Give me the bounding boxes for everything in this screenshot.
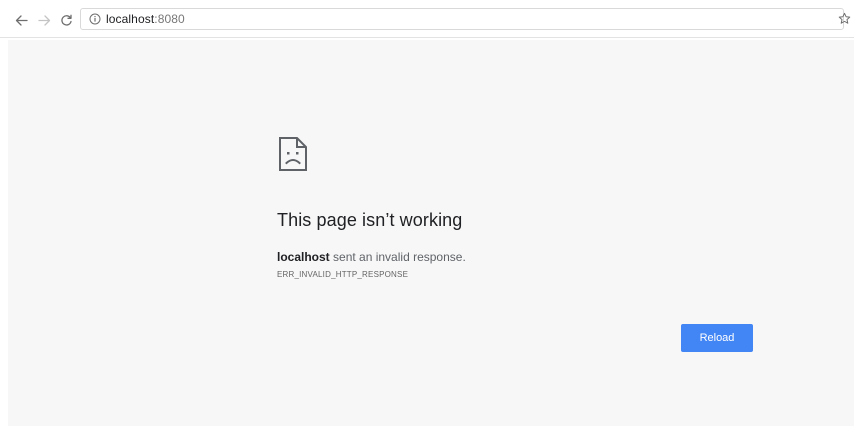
arrow-left-icon [15, 14, 28, 26]
url-port: :8080 [154, 12, 185, 26]
error-title: This page isn’t working [277, 210, 463, 230]
error-message: localhost sent an invalid response. [277, 250, 466, 264]
star-icon [838, 12, 850, 24]
url-text: localhost:8080 [106, 12, 185, 26]
bookmark-button[interactable] [836, 10, 852, 26]
address-bar[interactable]: localhost:8080 [80, 8, 844, 30]
back-button[interactable] [12, 11, 30, 29]
arrow-right-icon [37, 14, 50, 26]
error-code: ERR_INVALID_HTTP_RESPONSE [277, 270, 409, 279]
sad-page-icon [279, 137, 307, 171]
browser-window: localhost:8080 This page isn’t working l… [0, 0, 854, 428]
browser-toolbar: localhost:8080 [0, 0, 854, 38]
reload-page-button[interactable]: Reload [681, 324, 753, 352]
reload-button[interactable] [57, 11, 75, 29]
error-page: This page isn’t working localhost sent a… [8, 40, 854, 426]
forward-button[interactable] [35, 11, 53, 29]
error-message-text: sent an invalid response. [329, 250, 466, 264]
error-host: localhost [277, 250, 330, 264]
url-host: localhost [106, 12, 155, 26]
reload-icon [60, 14, 72, 26]
info-icon[interactable] [89, 13, 101, 25]
